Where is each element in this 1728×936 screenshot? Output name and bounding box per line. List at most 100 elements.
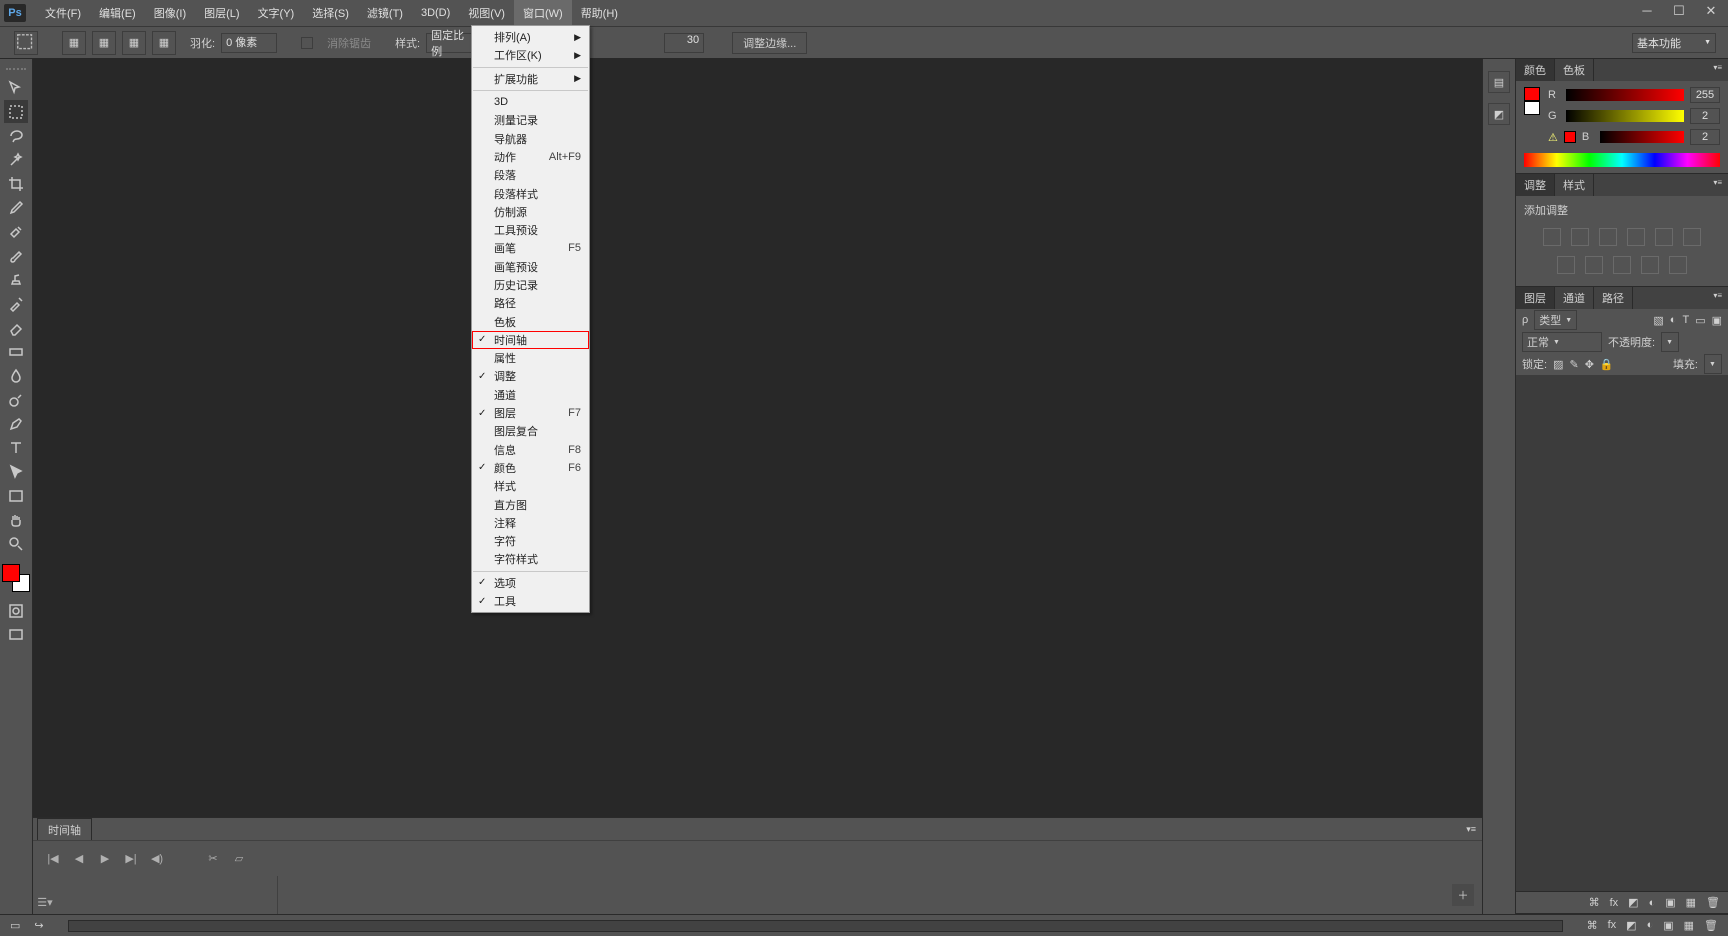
delete-layer-icon[interactable]: 🗑 [1706,896,1720,909]
filter-smart-icon[interactable]: ▣ [1712,314,1722,327]
adj-vibrance-icon[interactable] [1655,228,1673,246]
maximize-button[interactable]: ☐ [1668,4,1690,18]
adj-brightness-icon[interactable] [1543,228,1561,246]
opacity-value[interactable]: ▼ [1661,332,1679,352]
filter-shape-icon[interactable]: ▭ [1695,314,1705,327]
layer-filter-kind[interactable]: 类型▼ [1534,310,1577,330]
foreground-color[interactable] [2,564,20,582]
close-button[interactable]: ✕ [1700,4,1722,18]
sb-trash-icon[interactable]: 🗑 [1704,919,1718,932]
menu-item-动作[interactable]: 动作Alt+F9 [472,148,589,166]
menu-item-3D[interactable]: 3D [472,93,589,111]
menu-3d[interactable]: 3D(D) [412,2,459,24]
timeline-transition-icon[interactable]: ▱ [231,851,247,867]
layer-mask-icon[interactable]: ◩ [1628,896,1638,909]
filter-type-icon[interactable]: T [1682,314,1689,326]
timeline-play[interactable]: ▶ [97,851,113,867]
lock-all-icon[interactable]: 🔒 [1600,358,1614,371]
refine-edge-button[interactable]: 调整边缘... [732,32,807,54]
sb-mask-icon[interactable]: ◩ [1626,919,1636,932]
history-brush-tool[interactable] [4,292,28,315]
timeline-next-frame[interactable]: ▶| [123,851,139,867]
sel-new-icon[interactable]: ▦ [62,31,86,55]
menu-item-颜色[interactable]: ✓颜色F6 [472,459,589,477]
tab-color[interactable]: 颜色 [1516,59,1555,81]
menu-item-属性[interactable]: 属性 [472,349,589,367]
adj-hue-icon[interactable] [1683,228,1701,246]
sel-add-icon[interactable]: ▦ [92,31,116,55]
g-value[interactable]: 2 [1690,108,1720,124]
timeline-zoom-slider[interactable] [68,920,1563,932]
panel-bg-color[interactable] [1524,101,1540,115]
lock-move-icon[interactable]: ✥ [1585,358,1594,371]
link-layers-icon[interactable]: ⌘ [1589,896,1600,909]
adj-curves-icon[interactable] [1599,228,1617,246]
timeline-cut-icon[interactable]: ✂ [205,851,221,867]
menu-edit[interactable]: 编辑(E) [90,0,145,26]
timeline-tab[interactable]: 时间轴 [37,818,92,841]
sb-group-icon[interactable]: ▣ [1663,919,1673,932]
minimize-button[interactable]: ─ [1636,4,1658,18]
timeline-options-icon[interactable]: ☰▾ [37,894,53,910]
lasso-tool[interactable] [4,124,28,147]
healing-brush-tool[interactable] [4,220,28,243]
menu-view[interactable]: 视图(V) [459,0,514,26]
menu-item-画笔[interactable]: 画笔F5 [472,239,589,257]
menu-item-注释[interactable]: 注释 [472,514,589,532]
workspace-select[interactable]: 基本功能▼ [1632,33,1716,53]
new-layer-icon[interactable]: ▦ [1686,896,1696,909]
brush-tool[interactable] [4,244,28,267]
layers-panel-flyout-icon[interactable]: ▾≡ [1707,287,1728,309]
tab-layers[interactable]: 图层 [1516,287,1555,309]
menu-item-测量记录[interactable]: 测量记录 [472,111,589,129]
zoom-tool[interactable] [4,532,28,555]
blur-tool[interactable] [4,364,28,387]
crop-tool[interactable] [4,172,28,195]
move-tool[interactable] [4,76,28,99]
pen-tool[interactable] [4,412,28,435]
menu-select[interactable]: 选择(S) [303,0,358,26]
menu-item-调整[interactable]: ✓调整 [472,367,589,385]
type-tool[interactable] [4,436,28,459]
menu-type[interactable]: 文字(Y) [249,0,304,26]
hue-strip[interactable] [1524,153,1720,167]
menu-item-时间轴[interactable]: ✓时间轴 [472,331,589,349]
timeline-flyout-icon[interactable]: ▾≡ [1466,824,1476,835]
timeline-prev-frame[interactable]: ◀ [71,851,87,867]
color-swatch[interactable] [2,564,30,592]
filter-adjust-icon[interactable]: ◐ [1670,314,1677,326]
sb-link-icon[interactable]: ⌘ [1587,919,1598,932]
lock-trans-icon[interactable]: ▨ [1553,358,1563,371]
menu-item-工具[interactable]: ✓工具 [472,592,589,610]
menu-help[interactable]: 帮助(H) [572,0,627,26]
clone-stamp-tool[interactable] [4,268,28,291]
menu-item-选项[interactable]: ✓选项 [472,574,589,592]
timeline-first-frame[interactable]: |◀ [45,851,61,867]
adj-bw-icon[interactable] [1585,256,1603,274]
menu-item-样式[interactable]: 样式 [472,477,589,495]
lock-paint-icon[interactable]: ✎ [1569,358,1578,371]
height-input[interactable]: 30 [664,33,704,53]
menu-item-色板[interactable]: 色板 [472,312,589,330]
menu-layer[interactable]: 图层(L) [195,0,248,26]
search-icon[interactable]: ρ [1522,314,1528,326]
sb-icon-2[interactable]: ↪ [34,919,43,932]
tab-paths[interactable]: 路径 [1594,287,1633,309]
sel-subtract-icon[interactable]: ▦ [122,31,146,55]
r-value[interactable]: 255 [1690,87,1720,103]
r-slider[interactable] [1566,89,1684,101]
sel-intersect-icon[interactable]: ▦ [152,31,176,55]
history-panel-icon[interactable]: ▤ [1488,71,1510,93]
toolbox-drag-handle[interactable] [1,65,31,73]
menu-item-直方图[interactable]: 直方图 [472,495,589,513]
timeline-add-button[interactable]: ＋ [1452,884,1474,906]
menu-item-工作区(K)[interactable]: 工作区(K)▶ [472,46,589,64]
group-icon[interactable]: ▣ [1665,896,1675,909]
tab-channels[interactable]: 通道 [1555,287,1594,309]
timeline-track-area[interactable]: ＋ [278,876,1482,914]
menu-item-画笔预设[interactable]: 画笔预设 [472,258,589,276]
panel-fg-color[interactable] [1524,87,1540,101]
sb-icon-1[interactable]: ▭ [10,919,20,932]
b-slider[interactable] [1600,131,1684,143]
b-value[interactable]: 2 [1690,129,1720,145]
